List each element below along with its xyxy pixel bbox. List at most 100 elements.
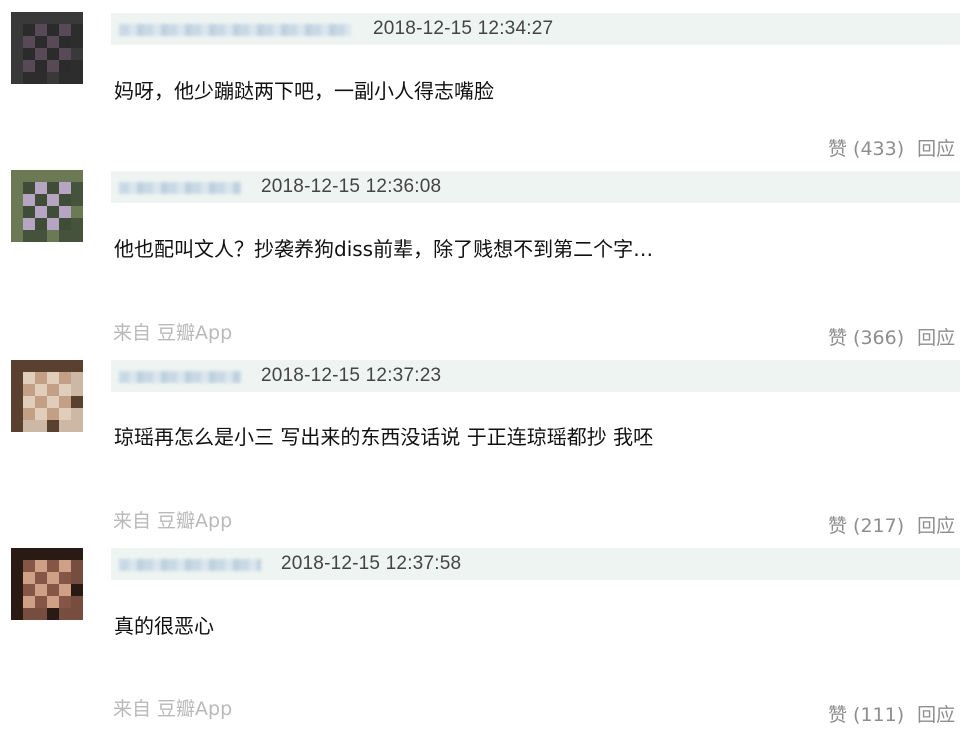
avatar-pixel: [47, 372, 59, 384]
avatar-pixel: [11, 24, 23, 36]
avatar-pixel: [47, 72, 59, 84]
avatar-pixel: [71, 72, 83, 84]
avatar-pixel: [47, 420, 59, 432]
like-button[interactable]: 赞 (366): [828, 327, 904, 349]
avatar-pixel: [59, 372, 71, 384]
avatar-pixel: [47, 572, 59, 584]
avatar-pixel: [71, 182, 83, 194]
avatar-pixel: [11, 206, 23, 218]
username-blurred[interactable]: [119, 182, 241, 194]
avatar-pixel: [59, 12, 71, 24]
reply-button[interactable]: 回应: [917, 138, 955, 160]
avatar-pixel: [47, 396, 59, 408]
avatar[interactable]: [11, 548, 83, 620]
avatar-pixel: [47, 194, 59, 206]
avatar-pixel: [35, 548, 47, 560]
avatar-pixel: [59, 24, 71, 36]
avatar-pixel: [35, 48, 47, 60]
avatar-pixel: [35, 24, 47, 36]
avatar-pixel: [47, 24, 59, 36]
username-blurred[interactable]: [119, 559, 261, 571]
avatar-pixel: [35, 170, 47, 182]
avatar-pixel: [47, 60, 59, 72]
avatar-pixel: [11, 584, 23, 596]
avatar-pixel: [11, 608, 23, 620]
avatar-pixel: [23, 584, 35, 596]
avatar-pixel: [11, 12, 23, 24]
avatar-pixel: [59, 596, 71, 608]
avatar-pixel: [59, 218, 71, 230]
username-blurred[interactable]: [119, 24, 351, 36]
avatar-pixel: [59, 48, 71, 60]
comment-meta: 2018-12-15 12:37:23: [111, 360, 960, 392]
avatar-pixel: [59, 360, 71, 372]
avatar-pixel: [71, 548, 83, 560]
avatar-pixel: [59, 182, 71, 194]
avatar-pixel: [71, 608, 83, 620]
avatar-pixel: [47, 170, 59, 182]
comment-timestamp: 2018-12-15 12:34:27: [373, 18, 554, 39]
avatar-pixel: [47, 596, 59, 608]
reply-button[interactable]: 回应: [917, 515, 955, 537]
like-button[interactable]: 赞 (433): [828, 138, 904, 160]
comment-text: 他也配叫文人？抄袭养狗diss前辈，除了贱想不到第二个字…: [114, 237, 654, 261]
comment-text: 琼瑶再怎么是小三 写出来的东西没话说 于正连琼瑶都抄 我呸: [114, 425, 654, 449]
avatar-pixel: [59, 72, 71, 84]
avatar[interactable]: [11, 12, 83, 84]
comment-timestamp: 2018-12-15 12:37:58: [281, 553, 462, 574]
avatar-pixel: [47, 548, 59, 560]
avatar-pixel: [11, 72, 23, 84]
source-label: 来自 豆瓣App: [113, 510, 233, 532]
comment-timestamp: 2018-12-15 12:36:08: [261, 176, 442, 197]
avatar-pixel: [11, 170, 23, 182]
comment-timestamp: 2018-12-15 12:37:23: [261, 365, 442, 386]
avatar-pixel: [71, 60, 83, 72]
avatar-pixel: [59, 36, 71, 48]
avatar-pixel: [35, 596, 47, 608]
avatar-pixel: [59, 560, 71, 572]
username-blurred[interactable]: [119, 371, 241, 383]
avatar-pixel: [35, 360, 47, 372]
avatar-pixel: [59, 384, 71, 396]
avatar-pixel: [47, 230, 59, 242]
avatar-pixel: [23, 194, 35, 206]
avatar-pixel: [11, 182, 23, 194]
avatar-pixel: [35, 608, 47, 620]
avatar-pixel: [71, 170, 83, 182]
avatar[interactable]: [11, 360, 83, 432]
avatar-pixel: [23, 182, 35, 194]
avatar-pixel: [11, 194, 23, 206]
source-label: 来自 豆瓣App: [113, 322, 233, 344]
avatar[interactable]: [11, 170, 83, 242]
avatar-pixel: [11, 384, 23, 396]
avatar-pixel: [23, 230, 35, 242]
avatar-pixel: [47, 36, 59, 48]
reply-button[interactable]: 回应: [917, 327, 955, 349]
avatar-pixel: [59, 572, 71, 584]
avatar-pixel: [71, 194, 83, 206]
avatar-pixel: [11, 36, 23, 48]
avatar-pixel: [71, 396, 83, 408]
avatar-pixel: [71, 372, 83, 384]
avatar-pixel: [23, 596, 35, 608]
like-button[interactable]: 赞 (217): [828, 515, 904, 537]
avatar-pixel: [11, 420, 23, 432]
like-button[interactable]: 赞 (111): [828, 704, 904, 726]
reply-button[interactable]: 回应: [917, 704, 955, 726]
comment-actions: 赞 (433) 回应: [828, 134, 955, 161]
avatar-pixel: [11, 230, 23, 242]
avatar-pixel: [59, 60, 71, 72]
avatar-pixel: [59, 420, 71, 432]
avatar-pixel: [35, 12, 47, 24]
avatar-pixel: [71, 596, 83, 608]
avatar-pixel: [11, 572, 23, 584]
avatar-pixel: [35, 206, 47, 218]
avatar-pixel: [71, 24, 83, 36]
avatar-pixel: [23, 36, 35, 48]
avatar-pixel: [23, 360, 35, 372]
avatar-pixel: [47, 206, 59, 218]
avatar-pixel: [23, 560, 35, 572]
avatar-pixel: [35, 72, 47, 84]
avatar-pixel: [23, 608, 35, 620]
avatar-pixel: [11, 360, 23, 372]
